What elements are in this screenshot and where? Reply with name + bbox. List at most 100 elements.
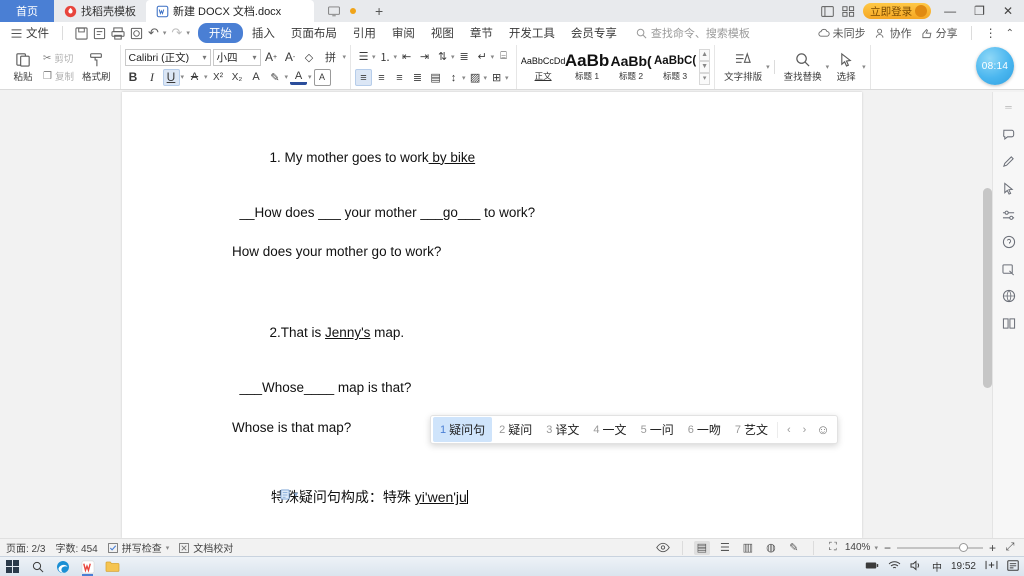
zoom-caret-icon[interactable]: ▾ <box>874 544 878 552</box>
style-heading-1[interactable]: AaBb 标题 1 <box>565 52 609 82</box>
borders-icon[interactable]: ⊞ <box>488 69 505 86</box>
menu-tab-view[interactable]: 视图 <box>424 23 461 43</box>
command-search[interactable]: 查找命令、搜索模板 <box>636 25 750 41</box>
maximize-button[interactable]: ❐ <box>969 0 990 22</box>
menu-file[interactable]: 文件 <box>4 23 56 43</box>
present-screen-icon[interactable] <box>328 5 340 17</box>
align-right-icon[interactable]: ≡ <box>391 69 408 86</box>
zoom-value-label[interactable]: 140% <box>845 542 871 553</box>
pen-icon[interactable] <box>999 152 1019 170</box>
more-vertical-icon[interactable]: ⋮ <box>985 26 997 40</box>
ime-prev-page-button[interactable]: ‹ <box>782 422 796 438</box>
align-left-icon[interactable]: ≡ <box>355 69 373 86</box>
document-text-body[interactable]: 1. My mother goes to work by bike __How … <box>122 92 862 576</box>
superscript-button[interactable]: X² <box>210 69 227 86</box>
grow-font-button[interactable]: A + <box>263 49 280 66</box>
tab-document[interactable]: 新建 DOCX 文档.docx <box>146 0 314 22</box>
highlight-caret-icon[interactable]: ▾ <box>285 73 289 81</box>
menu-tab-developer[interactable]: 开发工具 <box>502 23 562 43</box>
zoom-in-button[interactable]: + <box>987 541 998 555</box>
taskbar-explorer[interactable] <box>105 559 120 574</box>
align-center-icon[interactable]: ≡ <box>373 69 390 86</box>
copy-button[interactable]: ❐ 复制 <box>40 68 77 84</box>
book-icon[interactable] <box>999 314 1019 332</box>
pinyin-caret-icon[interactable]: ▾ <box>343 53 347 61</box>
bullet-list-icon[interactable]: ☰ <box>355 48 372 65</box>
minimize-button[interactable]: — <box>939 0 961 22</box>
ime-candidate-2[interactable]: 2 疑问 <box>492 417 539 442</box>
handle-icon[interactable]: ═ <box>999 98 1019 116</box>
font-size-select[interactable]: 小四 ▾ <box>212 48 261 66</box>
ime-candidate-5[interactable]: 5 一问 <box>634 417 681 442</box>
menu-tab-page-layout[interactable]: 页面布局 <box>284 23 344 43</box>
taskbar-clock[interactable]: 19:52 <box>951 561 976 572</box>
shading-caret-icon[interactable]: ▾ <box>484 74 488 82</box>
show-marks-icon[interactable]: ⌸ <box>495 48 512 65</box>
font-family-select[interactable]: Calibri (正文) ▾ <box>124 48 211 66</box>
share-button[interactable]: 分享 <box>921 25 958 41</box>
zoom-out-button[interactable]: − <box>882 541 893 555</box>
line-spacing-icon[interactable]: ↕ <box>445 69 462 86</box>
menu-tab-references[interactable]: 引用 <box>346 23 383 43</box>
cursor-icon[interactable] <box>999 179 1019 197</box>
number-list-icon[interactable]: ⒈ <box>377 48 394 65</box>
input-tool-icon[interactable] <box>985 560 998 573</box>
taskbar-edge[interactable] <box>55 559 70 574</box>
notification-icon[interactable] <box>1007 559 1019 574</box>
globe-icon[interactable] <box>999 287 1019 305</box>
line-break-caret-icon[interactable]: ▾ <box>491 53 495 61</box>
word-count[interactable]: 字数: 454 <box>55 540 97 555</box>
decrease-indent-icon[interactable]: ⇤ <box>398 48 415 65</box>
font-color-button[interactable]: A <box>290 70 308 85</box>
pinyin-guide-icon[interactable]: 拼 <box>320 49 342 66</box>
paragraph-object-icon[interactable]: ▾ <box>280 489 298 500</box>
clear-format-icon[interactable]: ◇ <box>301 49 318 66</box>
font-color-caret-icon[interactable]: ▾ <box>308 73 312 81</box>
ime-next-page-button[interactable]: › <box>798 422 812 438</box>
find-replace-button[interactable]: 查找替换 <box>779 52 827 83</box>
line-spacing-caret-icon[interactable]: ▾ <box>462 74 466 82</box>
zoom-slider-track[interactable] <box>896 542 983 552</box>
shading-icon[interactable]: ▨ <box>467 69 484 86</box>
cut-button[interactable]: ✂ 剪切 <box>40 50 77 66</box>
feedback-icon[interactable] <box>999 125 1019 143</box>
volume-icon[interactable] <box>910 559 923 574</box>
sort-caret-icon[interactable]: ▾ <box>451 53 455 61</box>
char-shading-button[interactable]: A <box>313 68 331 86</box>
taskbar-wps[interactable] <box>80 559 95 576</box>
menu-tab-member[interactable]: 会员专享 <box>564 23 624 43</box>
proofread-button[interactable]: 文档校对 <box>179 540 233 555</box>
collaborate-button[interactable]: 协作 <box>875 25 912 41</box>
text-layout-button[interactable]: 文字排版 <box>719 51 767 83</box>
ime-candidate-6[interactable]: 6 一吻 <box>681 417 728 442</box>
chevron-up-icon[interactable]: ⌃ <box>1006 28 1014 39</box>
styles-scroll-up[interactable]: ▲ <box>699 49 711 61</box>
highlight-icon[interactable]: ✎ <box>267 69 284 86</box>
number-caret-icon[interactable]: ▾ <box>394 53 398 61</box>
taskbar-search[interactable] <box>30 559 45 574</box>
page-view-icon[interactable]: ▤ <box>693 540 710 555</box>
reading-view-icon[interactable]: ▥ <box>740 541 756 555</box>
tab-home[interactable]: 首页 <box>0 0 54 22</box>
restore-icon[interactable] <box>821 5 834 17</box>
line-break-icon[interactable]: ↵ <box>474 48 491 65</box>
grid-icon[interactable] <box>842 5 855 17</box>
print-preview-icon[interactable] <box>93 27 106 40</box>
increase-indent-icon[interactable]: ⇥ <box>416 48 433 65</box>
bold-button[interactable]: B <box>125 69 142 86</box>
vertical-scrollbar-thumb[interactable] <box>983 188 992 388</box>
login-button[interactable]: 立即登录 <box>863 3 932 19</box>
select-caret-icon[interactable]: ▾ <box>862 63 866 71</box>
italic-button[interactable]: I <box>144 69 161 86</box>
tab-docer-templates[interactable]: 找稻壳模板 <box>54 0 146 22</box>
settings-sliders-icon[interactable] <box>999 206 1019 224</box>
distribute-icon[interactable]: ▤ <box>427 69 444 86</box>
print-icon[interactable] <box>111 26 125 40</box>
menu-tab-section[interactable]: 章节 <box>463 23 500 43</box>
styles-expand[interactable]: ▾ <box>699 73 711 85</box>
edit-pen-icon[interactable]: ✎ <box>786 541 802 555</box>
undo-caret-icon[interactable]: ▾ <box>163 29 167 37</box>
ime-candidate-4[interactable]: 4 一文 <box>586 417 633 442</box>
customize-qat-icon[interactable]: ▾ <box>186 29 190 37</box>
web-view-icon[interactable]: ◍ <box>763 541 779 555</box>
